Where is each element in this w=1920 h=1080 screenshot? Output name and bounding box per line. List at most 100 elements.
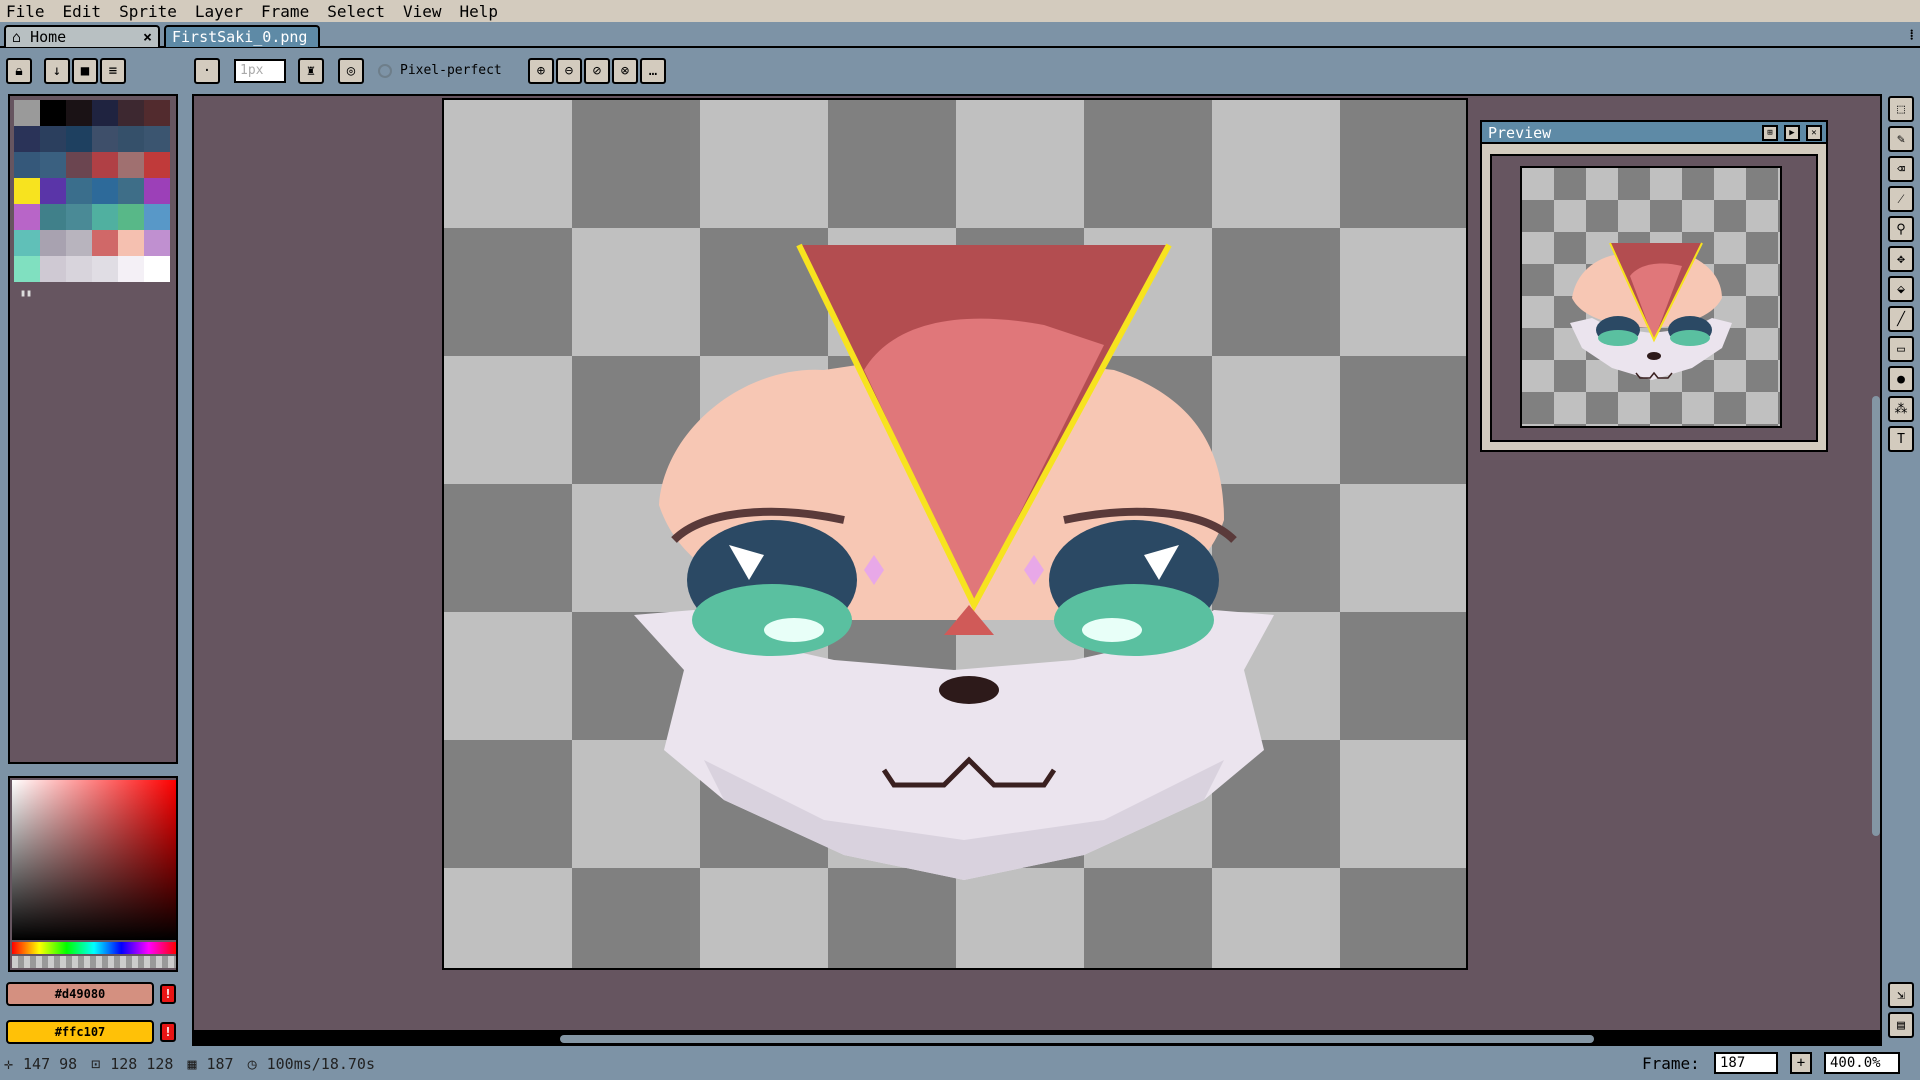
hue-slider[interactable] <box>12 942 176 954</box>
list-icon[interactable]: ≡ <box>100 58 126 84</box>
brush-shape-icon[interactable]: · <box>194 58 220 84</box>
palette-swatch[interactable] <box>92 126 118 152</box>
symmetry-off-icon[interactable]: ⊗ <box>612 58 638 84</box>
pixel-perfect-checkbox[interactable] <box>378 64 392 78</box>
palette-swatch[interactable] <box>66 230 92 256</box>
close-icon[interactable]: × <box>143 28 152 46</box>
palette-swatch[interactable] <box>92 230 118 256</box>
sprite-canvas[interactable] <box>442 98 1468 970</box>
more-icon[interactable]: … <box>640 58 666 84</box>
palette-swatch[interactable] <box>144 126 170 152</box>
palette-swatch[interactable] <box>40 100 66 126</box>
palette-swatch[interactable] <box>92 204 118 230</box>
eyedropper-icon[interactable]: ⁄ <box>1888 186 1914 212</box>
palette-swatch[interactable] <box>92 152 118 178</box>
palette-swatch[interactable] <box>118 204 144 230</box>
close-icon[interactable]: ✕ <box>1806 125 1822 141</box>
square-icon[interactable]: ■ <box>72 58 98 84</box>
symmetry-vertical-icon[interactable]: ⊘ <box>584 58 610 84</box>
palette-swatch[interactable] <box>40 230 66 256</box>
play-icon[interactable]: ▶ <box>1784 125 1800 141</box>
palette-swatch[interactable] <box>118 100 144 126</box>
palette-swatch[interactable] <box>40 126 66 152</box>
alpha-slider[interactable] <box>12 956 176 968</box>
palette-swatch[interactable] <box>40 204 66 230</box>
palette-swatch[interactable] <box>118 178 144 204</box>
add-frame-icon[interactable]: + <box>1790 1052 1812 1074</box>
palette-swatch[interactable] <box>14 204 40 230</box>
tab-home[interactable]: ⌂ Home × <box>4 25 160 47</box>
opacity-icon[interactable]: ◎ <box>338 58 364 84</box>
tab-file[interactable]: FirstSaki_0.png <box>164 25 320 47</box>
palette-swatch[interactable] <box>40 152 66 178</box>
palette-swatch[interactable] <box>14 230 40 256</box>
warning-icon[interactable]: ! <box>160 984 176 1004</box>
palette-swatch[interactable] <box>14 100 40 126</box>
menu-select[interactable]: Select <box>327 2 385 21</box>
menu-sprite[interactable]: Sprite <box>119 2 177 21</box>
palette-swatch[interactable] <box>118 126 144 152</box>
move-icon[interactable]: ✥ <box>1888 246 1914 272</box>
palette-swatch[interactable] <box>14 178 40 204</box>
menu-edit[interactable]: Edit <box>63 2 102 21</box>
palette-swatch[interactable] <box>40 178 66 204</box>
rectangle-icon[interactable]: ▭ <box>1888 336 1914 362</box>
symmetry-horizontal-icon[interactable]: ⊖ <box>556 58 582 84</box>
ink-icon[interactable]: ♜ <box>298 58 324 84</box>
menu-help[interactable]: Help <box>460 2 499 21</box>
palette-swatch[interactable] <box>66 126 92 152</box>
preview-window[interactable]: Preview ⊞ ▶ ✕ <box>1480 120 1828 452</box>
palette-swatch[interactable] <box>66 152 92 178</box>
menu-frame[interactable]: Frame <box>261 2 309 21</box>
palette-swatch[interactable] <box>14 126 40 152</box>
symmetry-icon[interactable]: ⊕ <box>528 58 554 84</box>
palette-swatch[interactable] <box>66 204 92 230</box>
fit-icon[interactable]: ⊞ <box>1762 125 1778 141</box>
line-icon[interactable]: ╱ <box>1888 306 1914 332</box>
palette-swatch[interactable] <box>118 256 144 282</box>
horizontal-scrollbar[interactable] <box>560 1035 1594 1043</box>
palette-swatch[interactable] <box>66 256 92 282</box>
menu-file[interactable]: File <box>6 2 45 21</box>
pencil-icon[interactable]: ✎ <box>1888 126 1914 152</box>
vertical-scrollbar[interactable] <box>1872 396 1880 836</box>
palette-swatch[interactable] <box>118 230 144 256</box>
background-color-field[interactable]: #ffc107 <box>6 1020 154 1044</box>
foreground-color-field[interactable]: #d49080 <box>6 982 154 1006</box>
frame-input[interactable]: 187 <box>1714 1052 1778 1074</box>
marquee-icon[interactable]: ⬚ <box>1888 96 1914 122</box>
palette-swatch[interactable] <box>66 100 92 126</box>
spray-icon[interactable]: ⁂ <box>1888 396 1914 422</box>
brush-size-field[interactable]: 1px <box>234 59 286 83</box>
palette-swatch[interactable] <box>144 152 170 178</box>
menu-layer[interactable]: Layer <box>195 2 243 21</box>
palette-swatch[interactable] <box>92 178 118 204</box>
eraser-icon[interactable]: ⌫ <box>1888 156 1914 182</box>
palette-swatch[interactable] <box>14 256 40 282</box>
timeline-fit-icon[interactable]: ⇲ <box>1888 982 1914 1008</box>
menu-view[interactable]: View <box>403 2 442 21</box>
lock-icon[interactable]: 🔒︎ <box>6 58 32 84</box>
saturation-value-square[interactable] <box>12 780 176 940</box>
palette-swatch[interactable] <box>118 152 144 178</box>
tabs-menu-icon[interactable]: ⁞ <box>1909 27 1914 44</box>
palette-resize-handle[interactable]: ▮▮ <box>20 288 32 299</box>
palette-swatch[interactable] <box>92 256 118 282</box>
text-icon[interactable]: T <box>1888 426 1914 452</box>
paint-bucket-icon[interactable]: ⬙ <box>1888 276 1914 302</box>
zoom-field[interactable]: 400.0% <box>1824 1052 1900 1074</box>
timeline-icon[interactable]: ▤ <box>1888 1012 1914 1038</box>
palette-swatch[interactable] <box>14 152 40 178</box>
palette-swatch[interactable] <box>144 230 170 256</box>
palette-swatch[interactable] <box>144 100 170 126</box>
palette-swatch[interactable] <box>40 256 66 282</box>
preview-titlebar[interactable]: Preview ⊞ ▶ ✕ <box>1482 122 1826 144</box>
palette-swatch[interactable] <box>66 178 92 204</box>
zoom-icon[interactable]: ⚲ <box>1888 216 1914 242</box>
arrow-down-icon[interactable]: ↓ <box>44 58 70 84</box>
palette-swatch[interactable] <box>144 178 170 204</box>
blur-icon[interactable]: ● <box>1888 366 1914 392</box>
palette-swatch[interactable] <box>92 100 118 126</box>
palette-swatch[interactable] <box>144 204 170 230</box>
palette-swatch[interactable] <box>144 256 170 282</box>
